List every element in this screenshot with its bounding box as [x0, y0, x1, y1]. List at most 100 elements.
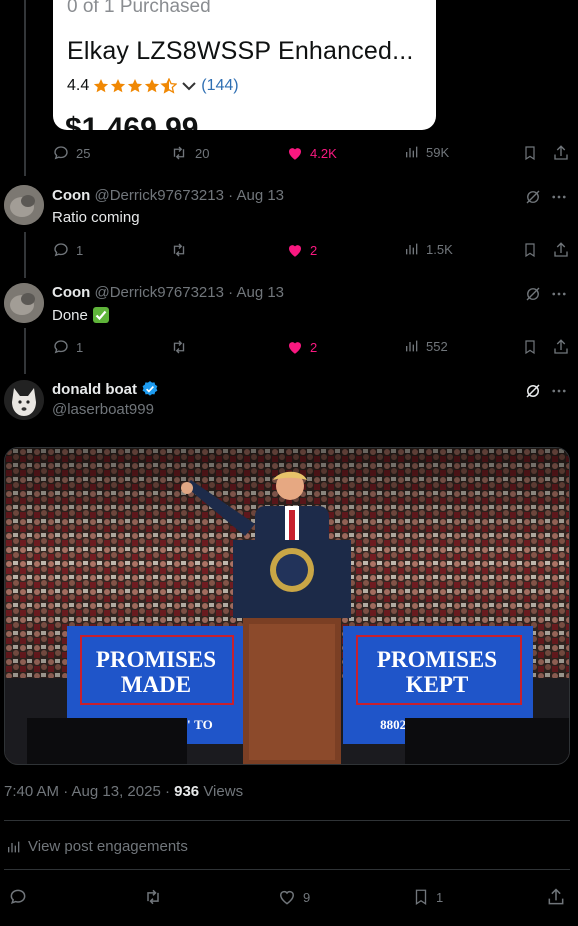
views-button[interactable]: 552 — [404, 338, 448, 354]
display-name[interactable]: Coon — [52, 284, 90, 301]
view-engagements-link[interactable]: View post engagements — [6, 838, 188, 855]
like-button[interactable]: 2 — [286, 338, 317, 356]
bookmark-button[interactable] — [522, 144, 538, 162]
grok-icon[interactable] — [524, 285, 542, 303]
like-button[interactable]: 4.2K — [286, 144, 337, 162]
bookmark-count: 1 — [436, 889, 444, 905]
reply-button[interactable]: 25 — [52, 144, 90, 162]
handle[interactable]: @Derrick97673213 — [95, 187, 224, 204]
avatar[interactable] — [4, 380, 44, 420]
reply-header: Coon @Derrick97673213 · Aug 13 — [52, 284, 284, 301]
bookmark-icon — [525, 243, 535, 258]
display-name[interactable]: donald boat — [52, 381, 137, 398]
like-count: 9 — [303, 889, 311, 905]
banner-right-line1: PROMISES — [377, 647, 497, 672]
like-button[interactable]: 2 — [286, 241, 317, 259]
reply-action-bar: 1 2 1.5K — [52, 241, 572, 261]
post-timestamp[interactable]: 7:40 AM · Aug 13, 2025 · — [4, 783, 170, 800]
grok-icon[interactable] — [524, 188, 542, 206]
repost-button[interactable] — [169, 338, 189, 356]
views-icon — [406, 340, 418, 352]
share-icon — [554, 242, 568, 257]
product-card[interactable]: 0 of 1 Purchased Elkay LZS8WSSP Enhanced… — [53, 0, 436, 130]
like-button[interactable]: 9 — [277, 887, 310, 907]
main-post-action-bar: 9 1 — [8, 887, 568, 909]
views-button[interactable]: 1.5K — [404, 241, 453, 257]
more-options-icon[interactable] — [550, 382, 568, 400]
grok-icon[interactable] — [524, 382, 542, 400]
check-mark-emoji — [92, 306, 110, 324]
views-button[interactable]: 59K — [404, 144, 449, 160]
reply-text: Done — [52, 306, 110, 324]
post-image[interactable]: PROMISES MADE EXT "TRUMP" TO PROMISES KE… — [4, 447, 570, 765]
banner-left-line2: MADE — [121, 672, 191, 697]
share-button[interactable] — [552, 338, 570, 356]
heart-filled-icon — [289, 245, 301, 257]
heart-filled-icon — [289, 148, 301, 160]
divider — [4, 869, 570, 870]
purchased-count: 0 of 1 Purchased — [67, 0, 211, 17]
more-options-icon[interactable] — [550, 285, 568, 303]
review-count[interactable]: (144) — [201, 77, 238, 95]
engagements-label[interactable]: View post engagements — [28, 838, 188, 855]
bookmark-button[interactable] — [522, 338, 538, 356]
verified-badge-icon[interactable] — [141, 380, 159, 398]
repost-button[interactable] — [142, 887, 170, 907]
share-icon — [554, 339, 568, 354]
reply-count: 1 — [76, 242, 84, 258]
product-price: $1,469.99 — [65, 112, 199, 130]
handle[interactable]: @Derrick97673213 — [95, 284, 224, 301]
views-label: Views — [203, 783, 244, 800]
heart-filled-icon — [289, 342, 301, 354]
reply-count: 25 — [76, 145, 91, 161]
thread-page: 0 of 1 Purchased Elkay LZS8WSSP Enhanced… — [0, 0, 578, 926]
reply-icon — [54, 146, 68, 160]
product-title: Elkay LZS8WSSP Enhanced... — [67, 37, 414, 65]
bookmark-icon — [415, 889, 427, 906]
display-name[interactable]: Coon — [52, 187, 90, 204]
like-count: 4.2K — [310, 145, 337, 161]
bookmark-button[interactable] — [522, 241, 538, 259]
reply-button[interactable] — [8, 887, 34, 907]
main-post-author[interactable]: donald boat — [52, 380, 159, 398]
share-button[interactable] — [552, 144, 570, 162]
share-button[interactable] — [546, 887, 566, 907]
reply-button[interactable]: 1 — [52, 241, 83, 259]
star-rating — [93, 78, 178, 94]
repost-count: 20 — [195, 145, 210, 161]
reply-body: Ratio coming — [52, 209, 140, 226]
analytics-icon — [8, 841, 20, 852]
reply-icon — [54, 340, 68, 354]
share-button[interactable] — [552, 241, 570, 259]
view-count: 59K — [426, 144, 450, 160]
reply-text: Ratio coming — [52, 209, 140, 226]
thread-line — [24, 328, 26, 374]
avatar[interactable] — [4, 283, 44, 323]
bookmark-button[interactable]: 1 — [412, 887, 443, 907]
views-icon — [406, 146, 418, 158]
bookmark-icon — [525, 146, 535, 161]
chevron-down-icon[interactable] — [181, 80, 197, 92]
post-meta: 7:40 AM · Aug 13, 2025 · 936 Views — [4, 783, 243, 800]
view-count: 1.5K — [426, 241, 453, 257]
view-count: 552 — [426, 338, 448, 354]
repost-icon — [147, 889, 159, 905]
thread-line — [24, 0, 26, 176]
view-number: 936 — [174, 783, 200, 800]
handle[interactable]: @laserboat999 — [52, 401, 154, 418]
more-options-icon[interactable] — [550, 188, 568, 206]
product-rating-row: 4.4 (144) — [67, 77, 239, 95]
reply-button[interactable]: 1 — [52, 338, 83, 356]
post-date[interactable]: · Aug 13 — [228, 187, 284, 204]
like-count: 2 — [310, 339, 318, 355]
repost-button[interactable]: 20 — [169, 144, 209, 162]
banner-left-line1: PROMISES — [96, 647, 216, 672]
post-date[interactable]: · Aug 13 — [228, 284, 284, 301]
reply-icon — [10, 889, 26, 905]
avatar[interactable] — [4, 185, 44, 225]
heart-icon — [279, 890, 295, 905]
banner-right-line2: KEPT — [406, 672, 469, 697]
reply-body: Done — [52, 306, 88, 324]
repost-button[interactable] — [169, 241, 189, 259]
divider — [4, 820, 570, 821]
